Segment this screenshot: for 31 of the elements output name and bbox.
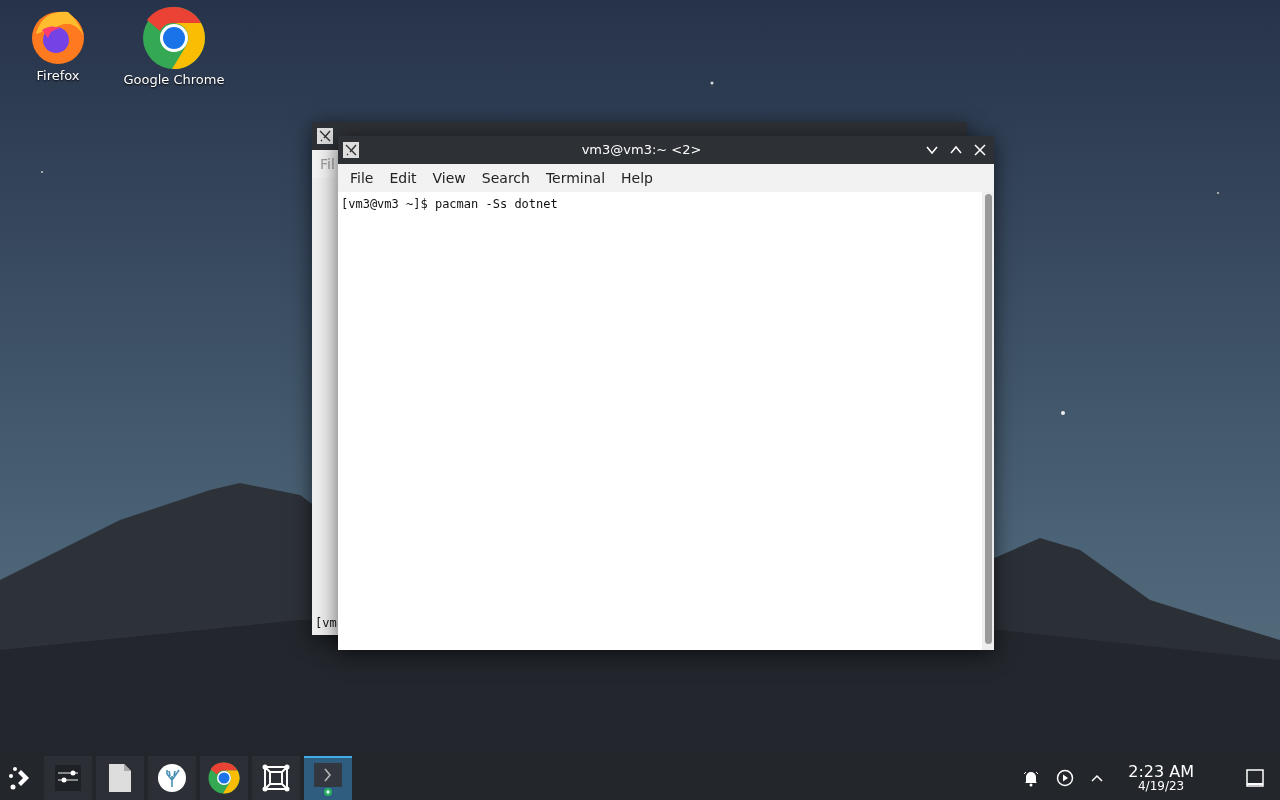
taskbar-button[interactable]	[252, 756, 300, 800]
terminal-line: [vm3@vm3 ~]$ pacman -Ss dotnet	[340, 196, 559, 213]
taskbar-button[interactable]	[96, 756, 144, 800]
square-frame-icon	[262, 764, 290, 792]
taskbar-button[interactable]	[148, 756, 196, 800]
terminal-text: [vm	[314, 615, 338, 632]
file-icon	[108, 764, 132, 792]
taskbar-button[interactable]	[200, 756, 248, 800]
sliders-icon	[55, 765, 81, 791]
menu-item[interactable]: Search	[473, 167, 538, 189]
show-desktop-icon[interactable]	[1246, 769, 1264, 787]
icon-label: Firefox	[36, 67, 80, 85]
x-app-icon	[317, 128, 333, 144]
menu-item[interactable]: Edit	[381, 167, 425, 189]
menu-item[interactable]: View	[424, 167, 474, 189]
coral-icon	[158, 764, 186, 792]
menu-item[interactable]: Terminal	[537, 167, 614, 189]
notification-bell-icon[interactable]	[1022, 769, 1041, 787]
chrome-icon	[208, 762, 240, 794]
chrome-icon	[142, 6, 206, 70]
scroll-thumb[interactable]	[984, 194, 992, 644]
x-app-icon	[343, 142, 359, 158]
terminal-icon	[313, 761, 343, 797]
menu-item[interactable]: Help	[613, 167, 661, 189]
icon-label: Google Chrome	[123, 71, 225, 89]
window-title: vm3@vm3:~ <2>	[580, 141, 703, 160]
close-button[interactable]	[972, 142, 988, 158]
scrollbar[interactable]	[982, 192, 994, 650]
clock[interactable]: 2:23 AM 4/19/23	[1128, 764, 1194, 792]
media-play-icon[interactable]	[1056, 769, 1075, 787]
menu-item[interactable]: File	[342, 167, 382, 189]
